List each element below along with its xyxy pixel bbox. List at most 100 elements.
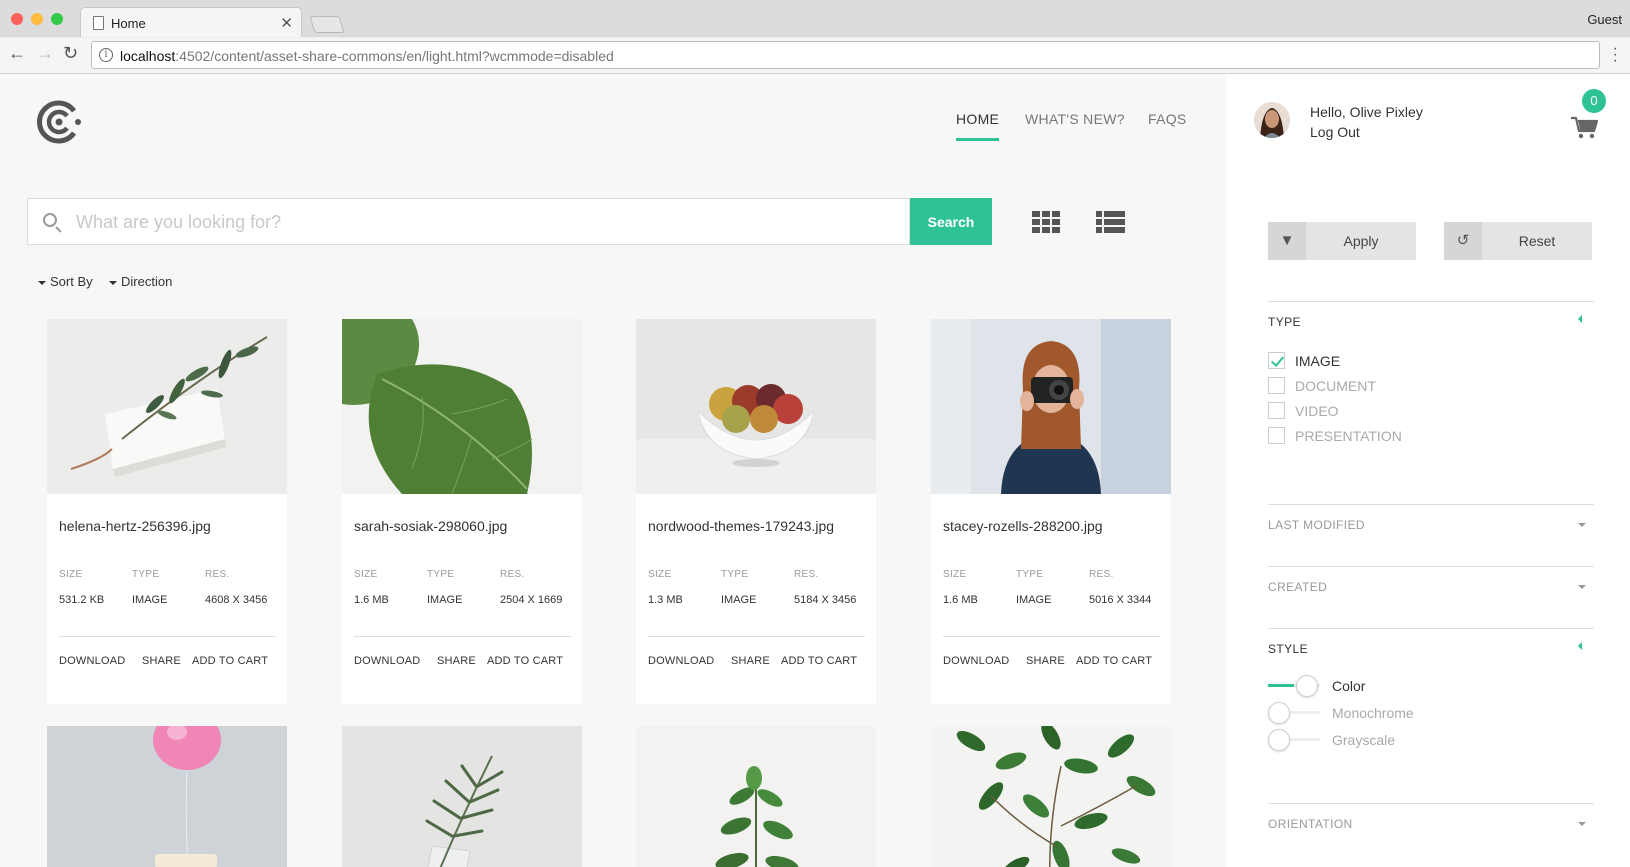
style-filter-title[interactable]: STYLE — [1268, 642, 1308, 656]
asset-thumbnail[interactable] — [47, 319, 287, 494]
new-tab-button[interactable] — [309, 16, 345, 33]
search-button[interactable]: Search — [910, 198, 992, 245]
created-title[interactable]: CREATED — [1268, 580, 1327, 594]
checkbox-label[interactable]: PRESENTATION — [1295, 428, 1402, 444]
share-button[interactable]: SHARE — [731, 655, 770, 667]
url-text[interactable]: localhost:4502/content/asset-share-commo… — [120, 48, 614, 64]
user-greeting: Hello, Olive Pixley — [1310, 104, 1423, 120]
checkbox-video[interactable] — [1268, 402, 1285, 419]
browser-tab-home[interactable]: Home ✕ — [80, 7, 302, 37]
asset-thumbnail[interactable] — [636, 726, 876, 867]
asset-filename[interactable]: stacey-rozells-288200.jpg — [943, 518, 1103, 534]
orientation-title[interactable]: ORIENTATION — [1268, 817, 1353, 831]
asset-filename[interactable]: sarah-sosiak-298060.jpg — [354, 518, 507, 534]
maximize-window-button[interactable] — [51, 13, 63, 25]
res-label: RES. — [1089, 569, 1114, 580]
size-value: 1.3 MB — [648, 594, 683, 606]
expand-caret-icon[interactable] — [1578, 822, 1586, 826]
add-to-cart-button[interactable]: ADD TO CART — [192, 655, 268, 667]
list-view-icon[interactable] — [1096, 211, 1125, 233]
add-to-cart-button[interactable]: ADD TO CART — [1076, 655, 1152, 667]
nav-whats-new-link[interactable]: WHAT'S NEW? — [1025, 111, 1125, 127]
asset-filename[interactable]: helena-hertz-256396.jpg — [59, 518, 211, 534]
asset-card[interactable]: stacey-rozells-288200.jpg SIZE TYPE RES.… — [931, 319, 1171, 704]
asset-thumbnail[interactable] — [342, 726, 582, 867]
logout-link[interactable]: Log Out — [1310, 124, 1360, 140]
nav-faqs-link[interactable]: FAQS — [1148, 111, 1187, 127]
checkbox-presentation[interactable] — [1268, 427, 1285, 444]
checkbox-document[interactable] — [1268, 377, 1285, 394]
cart-icon[interactable] — [1570, 115, 1598, 139]
nav-home-link[interactable]: HOME — [956, 111, 999, 127]
last-modified-filter[interactable]: LAST MODIFIED — [1268, 504, 1594, 564]
reset-button[interactable]: ↺ Reset — [1444, 222, 1592, 260]
asset-card[interactable]: nordwood-themes-179243.jpg SIZE TYPE RES… — [636, 319, 876, 704]
toggle-color[interactable] — [1268, 675, 1320, 697]
share-button[interactable]: SHARE — [437, 655, 476, 667]
asset-thumbnail[interactable] — [931, 726, 1171, 867]
toggle-label[interactable]: Grayscale — [1332, 732, 1395, 748]
document-icon — [93, 16, 104, 30]
nav-home[interactable]: HOME — [956, 111, 999, 141]
asset-thumbnail[interactable] — [342, 319, 582, 494]
res-value: 5184 X 3456 — [794, 594, 857, 606]
toggle-grayscale[interactable] — [1268, 729, 1320, 751]
url-bar[interactable]: i localhost:4502/content/asset-share-com… — [91, 41, 1600, 69]
asset-filename[interactable]: nordwood-themes-179243.jpg — [648, 518, 834, 534]
asset-card[interactable] — [342, 726, 582, 867]
search-icon — [43, 213, 57, 227]
asset-card[interactable]: helena-hertz-256396.jpg SIZE TYPE RES. 5… — [47, 319, 287, 704]
download-button[interactable]: DOWNLOAD — [59, 655, 125, 667]
reload-icon[interactable]: ↻ — [63, 43, 78, 64]
sort-by-dropdown[interactable]: Sort By — [38, 274, 93, 289]
type-filter-title[interactable]: TYPE — [1268, 315, 1301, 329]
asset-card[interactable] — [636, 726, 876, 867]
apply-button[interactable]: ▼ Apply — [1268, 222, 1416, 260]
download-button[interactable]: DOWNLOAD — [354, 655, 420, 667]
back-arrow-icon[interactable]: ← — [8, 43, 26, 64]
orientation-filter[interactable]: ORIENTATION — [1268, 803, 1594, 863]
asset-thumbnail[interactable] — [47, 726, 287, 867]
collapse-caret-icon[interactable] — [1578, 315, 1582, 323]
collapse-caret-icon[interactable] — [1578, 642, 1582, 650]
asset-thumbnail[interactable] — [636, 319, 876, 494]
checkbox-image[interactable] — [1268, 352, 1285, 369]
share-button[interactable]: SHARE — [142, 655, 181, 667]
add-to-cart-button[interactable]: ADD TO CART — [781, 655, 857, 667]
asset-card[interactable] — [47, 726, 287, 867]
toggle-monochrome[interactable] — [1268, 702, 1320, 724]
checkbox-label[interactable]: VIDEO — [1295, 403, 1339, 419]
add-to-cart-button[interactable]: ADD TO CART — [487, 655, 563, 667]
checkbox-label[interactable]: DOCUMENT — [1295, 378, 1376, 394]
size-value: 1.6 MB — [354, 594, 389, 606]
profile-label[interactable]: Guest — [1587, 12, 1622, 27]
asset-thumbnail[interactable] — [931, 319, 1171, 494]
share-button[interactable]: SHARE — [1026, 655, 1065, 667]
nav-whats-new[interactable]: WHAT'S NEW? — [1025, 111, 1125, 127]
apply-label: Apply — [1343, 233, 1379, 249]
direction-dropdown[interactable]: Direction — [109, 274, 172, 289]
forward-arrow-icon[interactable]: → — [36, 43, 54, 64]
avatar[interactable] — [1254, 102, 1290, 138]
created-filter[interactable]: CREATED — [1268, 566, 1594, 626]
close-tab-icon[interactable]: ✕ — [280, 14, 293, 32]
download-button[interactable]: DOWNLOAD — [648, 655, 714, 667]
expand-caret-icon[interactable] — [1578, 523, 1586, 527]
checkbox-label[interactable]: IMAGE — [1295, 353, 1340, 369]
asset-card[interactable] — [931, 726, 1171, 867]
close-window-button[interactable] — [11, 13, 23, 25]
expand-caret-icon[interactable] — [1578, 585, 1586, 589]
site-logo-icon[interactable] — [34, 97, 84, 147]
download-button[interactable]: DOWNLOAD — [943, 655, 1009, 667]
grid-view-icon[interactable] — [1032, 211, 1061, 233]
nav-faqs[interactable]: FAQS — [1148, 111, 1187, 127]
last-modified-title[interactable]: LAST MODIFIED — [1268, 518, 1365, 532]
toggle-label[interactable]: Color — [1332, 678, 1365, 694]
asset-card[interactable]: sarah-sosiak-298060.jpg SIZE TYPE RES. 1… — [342, 319, 582, 704]
info-icon[interactable]: i — [99, 48, 113, 62]
search-input[interactable] — [76, 208, 876, 236]
browser-menu-icon[interactable]: · · · — [1613, 41, 1618, 69]
minimize-window-button[interactable] — [31, 13, 43, 25]
toggle-label[interactable]: Monochrome — [1332, 705, 1414, 721]
style-filter: STYLE Color Monochrome Grayscale — [1268, 628, 1594, 800]
